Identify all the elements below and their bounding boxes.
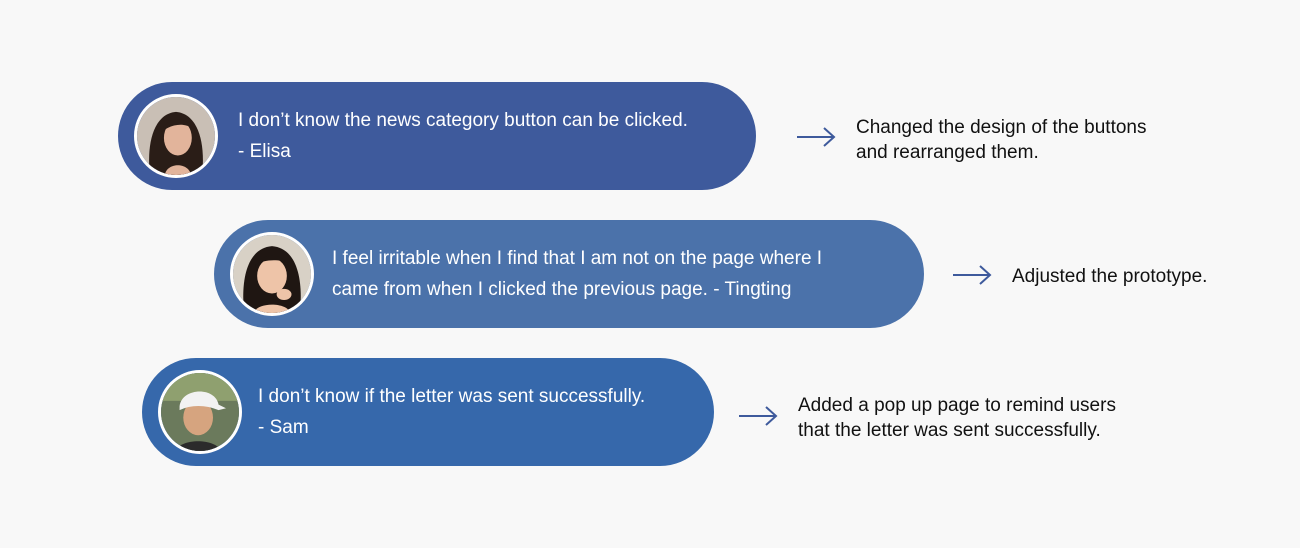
quote-text: I feel irritable when I find that I am n… <box>332 243 822 305</box>
response-text: Changed the design of the buttons and re… <box>856 115 1147 165</box>
response-line: Adjusted the prototype. <box>1012 266 1208 287</box>
quote-author: - Sam <box>258 417 309 438</box>
response-line: that the letter was sent successfully. <box>798 420 1101 441</box>
quote-text: I don’t know if the letter was sent succ… <box>258 381 645 443</box>
quote-line: I feel irritable when I find that I am n… <box>332 248 823 269</box>
avatar-elisa <box>134 94 218 178</box>
response-line: Changed the design of the buttons <box>856 117 1147 138</box>
avatar-sam <box>158 370 242 454</box>
right-arrow-icon <box>738 405 778 427</box>
feedback-card-sam: I don’t know if the letter was sent succ… <box>142 358 714 466</box>
feedback-card-tingting: I feel irritable when I find that I am n… <box>214 220 924 328</box>
right-arrow-icon <box>952 264 992 286</box>
response-line: Added a pop up page to remind users <box>798 395 1116 416</box>
quote-line: I don’t know the news category button ca… <box>238 110 688 131</box>
feedback-card-elisa: I don’t know the news category button ca… <box>118 82 756 190</box>
avatar-tingting <box>230 232 314 316</box>
quote-line: came from when I clicked the previous pa… <box>332 279 792 300</box>
quote-line: I don’t know if the letter was sent succ… <box>258 386 646 407</box>
right-arrow-icon <box>796 126 836 148</box>
quote-text: I don’t know the news category button ca… <box>238 105 688 167</box>
quote-author: - Elisa <box>238 141 291 162</box>
response-text: Added a pop up page to remind users that… <box>798 393 1116 443</box>
response-line: and rearranged them. <box>856 142 1039 163</box>
response-text: Adjusted the prototype. <box>1012 264 1207 289</box>
